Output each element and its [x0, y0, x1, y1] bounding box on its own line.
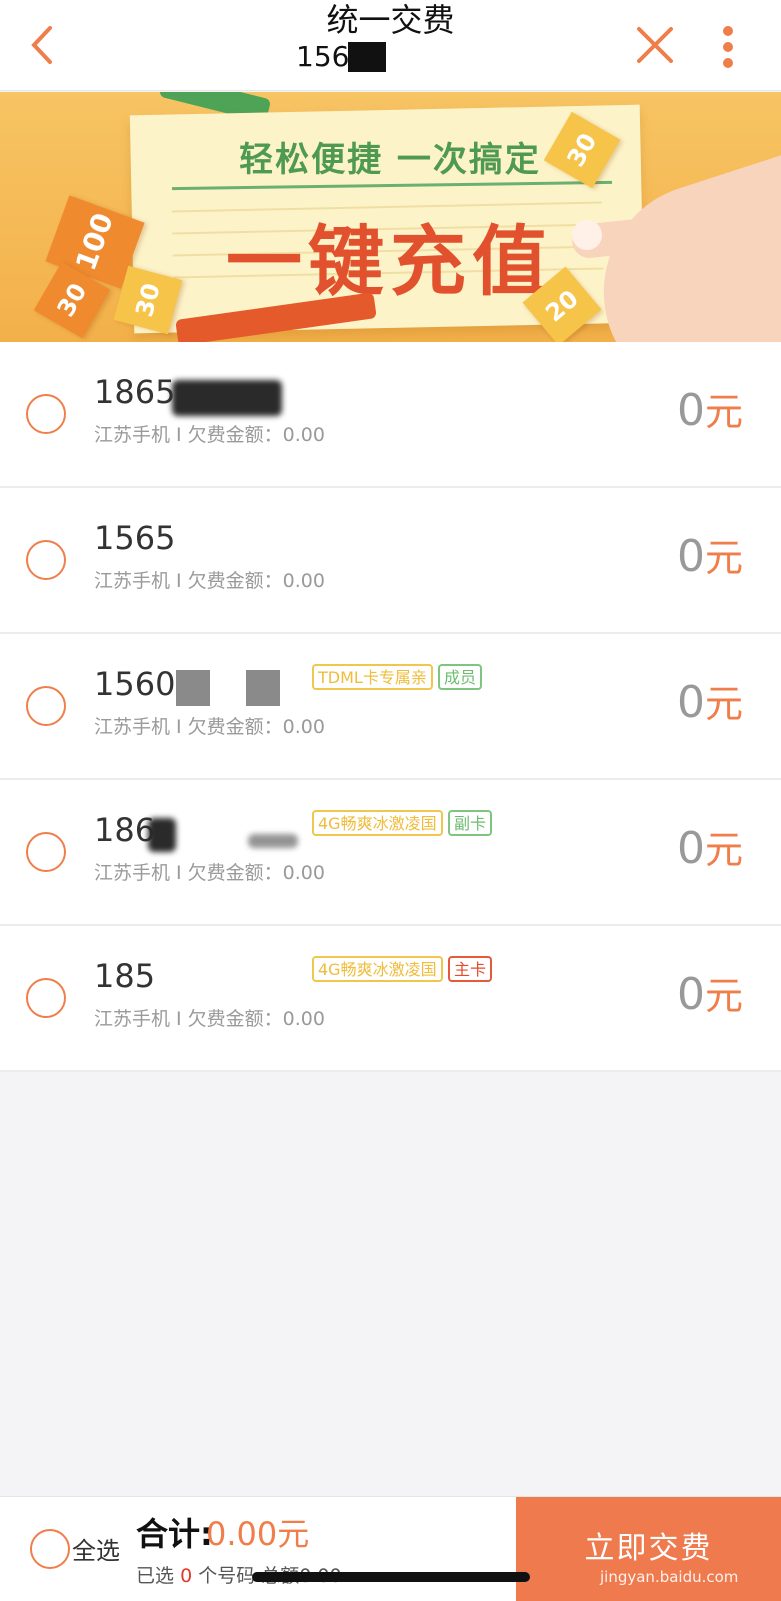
total-amount: 0.00元	[206, 1515, 310, 1553]
page-subtitle-wrap: 1565	[296, 40, 386, 74]
account-desc: 江苏手机 I 欠费金额：0.00	[94, 1008, 325, 1030]
redaction-mask	[148, 818, 176, 852]
watermark: jingyan.baidu.com	[600, 1568, 739, 1586]
radio-circle-icon[interactable]	[26, 540, 66, 580]
account-row[interactable]: 1865 江苏手机 I 欠费金额：0.00 0元	[0, 342, 781, 488]
redaction-mask	[176, 670, 210, 706]
radio-circle-icon[interactable]	[26, 832, 66, 872]
account-amount: 0元	[677, 386, 743, 445]
account-phone: 1865	[94, 373, 176, 411]
redaction-mask	[172, 380, 282, 416]
redaction-mask	[248, 834, 298, 848]
plan-tag: TDML卡专属亲	[312, 664, 433, 690]
radio-circle-icon[interactable]	[26, 686, 66, 726]
selected-prefix: 已选	[136, 1565, 175, 1587]
account-phone: 185	[94, 957, 156, 995]
account-amount: 0元	[677, 824, 743, 883]
account-row[interactable]: 1560 TDML卡专属亲 成员 江苏手机 I 欠费金额：0.00 0元	[0, 634, 781, 780]
account-phone: 1565	[94, 519, 176, 557]
app-header: 统一交费 1565	[0, 0, 781, 91]
amount-value: 0	[676, 531, 705, 582]
account-desc: 江苏手机 I 欠费金额：0.00	[94, 716, 325, 738]
amount-unit: 元	[704, 390, 743, 434]
account-row[interactable]: 185 4G畅爽冰激凌国 主卡 江苏手机 I 欠费金额：0.00 0元	[0, 926, 781, 1072]
amount-unit: 元	[704, 974, 743, 1018]
amount-value: 0	[676, 823, 705, 874]
account-desc: 江苏手机 I 欠费金额：0.00	[94, 570, 325, 592]
plan-tag: 4G畅爽冰激凌国	[312, 956, 443, 982]
amount-value: 0	[676, 677, 705, 728]
account-row[interactable]: 186 4G畅爽冰激凌国 副卡 江苏手机 I 欠费金额：0.00 0元	[0, 780, 781, 926]
promo-banner[interactable]: 轻松便捷 一次搞定 一键充值 100 30 30 30 20	[0, 92, 781, 342]
amount-value: 0	[676, 969, 705, 1020]
amount-unit: 元	[704, 828, 743, 872]
account-row[interactable]: 1565 江苏手机 I 欠费金额：0.00 0元	[0, 488, 781, 634]
account-amount: 0元	[677, 532, 743, 591]
close-button[interactable]	[634, 24, 676, 66]
home-indicator[interactable]	[252, 1572, 530, 1582]
banner-fingernail	[572, 220, 602, 250]
amount-unit: 元	[704, 682, 743, 726]
more-vertical-icon	[723, 26, 733, 68]
account-amount: 0元	[677, 970, 743, 1029]
role-tag: 副卡	[448, 810, 493, 836]
redaction-mask	[246, 670, 280, 706]
account-list: 1865 江苏手机 I 欠费金额：0.00 0元 1565 江苏手机 I 欠费金…	[0, 342, 781, 1072]
radio-circle-icon[interactable]	[30, 1529, 70, 1569]
close-icon	[637, 27, 673, 63]
total-label: 合计:	[136, 1515, 213, 1553]
account-phone: 186	[94, 811, 156, 849]
account-amount: 0元	[677, 678, 743, 737]
redaction-mask	[348, 42, 386, 72]
role-tag: 主卡	[448, 956, 493, 982]
selected-count: 0	[180, 1565, 193, 1587]
select-all-label[interactable]: 全选	[72, 1531, 120, 1566]
radio-circle-icon[interactable]	[26, 978, 66, 1018]
role-tag: 成员	[438, 664, 483, 690]
account-desc: 江苏手机 I 欠费金额：0.00	[94, 862, 325, 884]
radio-circle-icon[interactable]	[26, 394, 66, 434]
more-button[interactable]	[712, 24, 744, 70]
plan-tag: 4G畅爽冰激凌国	[312, 810, 443, 836]
account-phone: 1560	[94, 665, 176, 703]
account-desc: 江苏手机 I 欠费金额：0.00	[94, 424, 325, 446]
amount-unit: 元	[704, 536, 743, 580]
amount-value: 0	[676, 385, 705, 436]
